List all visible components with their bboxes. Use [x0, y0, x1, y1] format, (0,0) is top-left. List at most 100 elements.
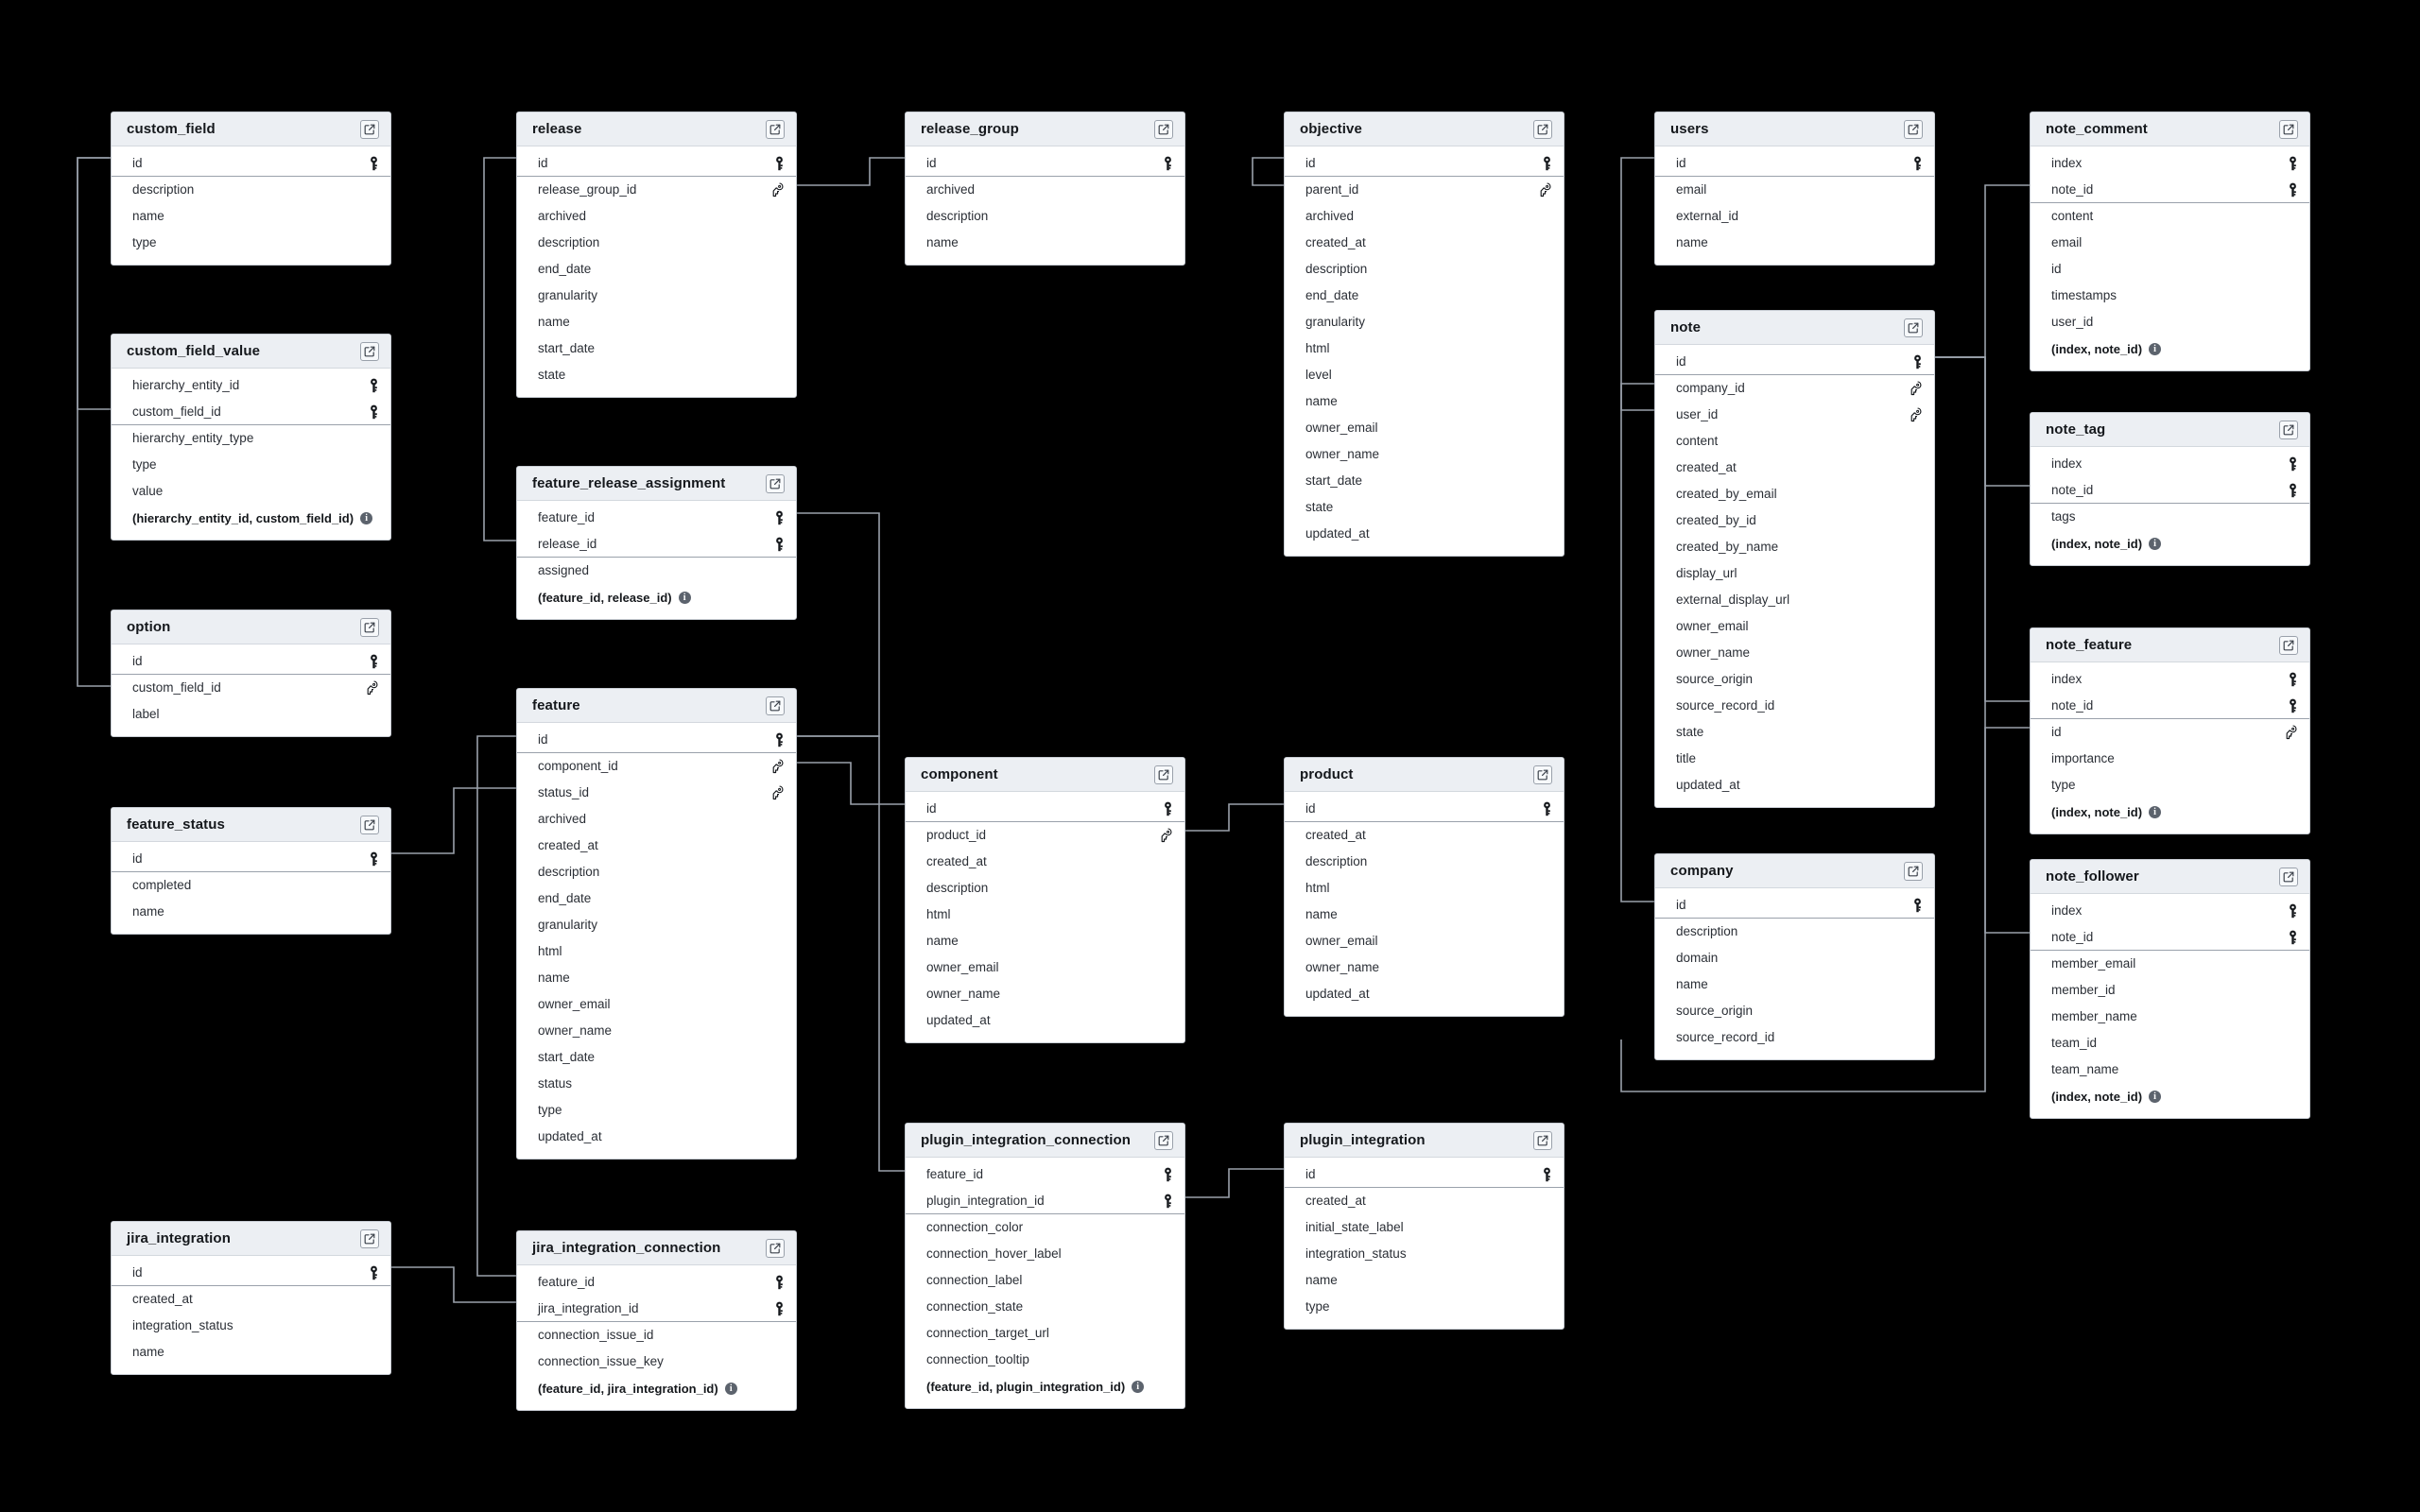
- open-table-icon[interactable]: [766, 696, 785, 715]
- column-row[interactable]: owner_name: [1285, 954, 1564, 981]
- column-row[interactable]: member_email: [2031, 951, 2309, 977]
- column-row[interactable]: content: [2031, 203, 2309, 230]
- column-row[interactable]: html: [1285, 335, 1564, 362]
- column-row[interactable]: status: [517, 1071, 796, 1097]
- open-table-icon[interactable]: [360, 1228, 379, 1248]
- table-component[interactable]: component id product_id created_at descripti…: [905, 757, 1185, 1043]
- column-row[interactable]: owner_email: [517, 991, 796, 1018]
- table-header-users[interactable]: users: [1655, 112, 1934, 146]
- column-row[interactable]: description: [906, 203, 1184, 230]
- table-note_follower[interactable]: note_follower index note_id member_email mem…: [2030, 859, 2310, 1119]
- column-row[interactable]: assigned: [517, 558, 796, 584]
- open-table-icon[interactable]: [1154, 119, 1173, 139]
- table-header-plugin_integration[interactable]: plugin_integration: [1285, 1124, 1564, 1158]
- column-row[interactable]: component_id: [517, 753, 796, 780]
- table-header-feature_status[interactable]: feature_status: [112, 808, 390, 842]
- column-row[interactable]: id: [2031, 256, 2309, 283]
- table-jira_integration[interactable]: jira_integration id created_at integration_…: [111, 1221, 391, 1375]
- open-table-icon[interactable]: [1154, 1130, 1173, 1150]
- composite-key-row[interactable]: (index, note_id) i: [2031, 335, 2309, 362]
- column-row[interactable]: member_id: [2031, 977, 2309, 1004]
- column-row[interactable]: updated_at: [1285, 981, 1564, 1007]
- column-row[interactable]: owner_email: [1285, 415, 1564, 441]
- column-row[interactable]: archived: [906, 177, 1184, 203]
- column-row[interactable]: user_id: [1655, 402, 1934, 428]
- open-table-icon[interactable]: [2279, 420, 2298, 439]
- column-row[interactable]: connection_color: [906, 1214, 1184, 1241]
- column-row[interactable]: connection_hover_label: [906, 1241, 1184, 1267]
- open-table-icon[interactable]: [766, 119, 785, 139]
- column-row[interactable]: start_date: [517, 1044, 796, 1071]
- table-note_comment[interactable]: note_comment index note_id content email id ti…: [2030, 112, 2310, 371]
- open-table-icon[interactable]: [1904, 119, 1923, 139]
- table-header-plugin_integration_connection[interactable]: plugin_integration_connection: [906, 1124, 1184, 1158]
- column-row[interactable]: name: [1655, 230, 1934, 256]
- column-row[interactable]: archived: [517, 806, 796, 833]
- open-table-icon[interactable]: [2279, 635, 2298, 655]
- column-row[interactable]: id: [112, 150, 390, 177]
- column-row[interactable]: initial_state_label: [1285, 1214, 1564, 1241]
- column-row[interactable]: integration_status: [1285, 1241, 1564, 1267]
- column-row[interactable]: product_id: [906, 822, 1184, 849]
- column-row[interactable]: id: [112, 648, 390, 675]
- column-row[interactable]: owner_email: [906, 954, 1184, 981]
- column-row[interactable]: created_at: [1655, 455, 1934, 481]
- column-row[interactable]: end_date: [517, 256, 796, 283]
- column-row[interactable]: index: [2031, 451, 2309, 477]
- column-row[interactable]: jira_integration_id: [517, 1296, 796, 1322]
- table-header-jira_integration_connection[interactable]: jira_integration_connection: [517, 1231, 796, 1265]
- open-table-icon[interactable]: [1904, 861, 1923, 881]
- column-row[interactable]: updated_at: [1285, 521, 1564, 547]
- column-row[interactable]: type: [112, 452, 390, 478]
- column-row[interactable]: id: [906, 150, 1184, 177]
- column-row[interactable]: archived: [1285, 203, 1564, 230]
- table-note_feature[interactable]: note_feature index note_id id importance type…: [2030, 627, 2310, 834]
- column-row[interactable]: created_at: [906, 849, 1184, 875]
- column-row[interactable]: source_record_id: [1655, 1024, 1934, 1051]
- composite-key-row[interactable]: (feature_id, plugin_integration_id) i: [906, 1373, 1184, 1400]
- composite-key-info-icon[interactable]: i: [724, 1382, 737, 1395]
- column-row[interactable]: id: [112, 846, 390, 872]
- column-row[interactable]: created_at: [1285, 822, 1564, 849]
- column-row[interactable]: granularity: [517, 283, 796, 309]
- column-row[interactable]: note_id: [2031, 924, 2309, 951]
- table-header-feature[interactable]: feature: [517, 689, 796, 723]
- open-table-icon[interactable]: [2279, 119, 2298, 139]
- column-row[interactable]: level: [1285, 362, 1564, 388]
- column-row[interactable]: title: [1655, 746, 1934, 772]
- table-header-release_group[interactable]: release_group: [906, 112, 1184, 146]
- column-row[interactable]: source_record_id: [1655, 693, 1934, 719]
- column-row[interactable]: feature_id: [906, 1161, 1184, 1188]
- column-row[interactable]: end_date: [517, 885, 796, 912]
- table-release[interactable]: release id release_group_id archived descrip…: [516, 112, 797, 398]
- column-row[interactable]: feature_id: [517, 1269, 796, 1296]
- column-row[interactable]: start_date: [1285, 468, 1564, 494]
- column-row[interactable]: company_id: [1655, 375, 1934, 402]
- column-row[interactable]: value: [112, 478, 390, 505]
- column-row[interactable]: note_id: [2031, 177, 2309, 203]
- table-header-note_tag[interactable]: note_tag: [2031, 413, 2309, 447]
- column-row[interactable]: created_at: [1285, 1188, 1564, 1214]
- composite-key-info-icon[interactable]: i: [360, 511, 373, 524]
- table-header-release[interactable]: release: [517, 112, 796, 146]
- composite-key-row[interactable]: (index, note_id) i: [2031, 799, 2309, 825]
- table-header-note_comment[interactable]: note_comment: [2031, 112, 2309, 146]
- column-row[interactable]: email: [2031, 230, 2309, 256]
- open-table-icon[interactable]: [766, 473, 785, 493]
- table-objective[interactable]: objective id parent_id archived created_at de…: [1284, 112, 1564, 557]
- column-row[interactable]: name: [1655, 971, 1934, 998]
- column-row[interactable]: external_id: [1655, 203, 1934, 230]
- column-row[interactable]: start_date: [517, 335, 796, 362]
- column-row[interactable]: created_by_email: [1655, 481, 1934, 507]
- column-row[interactable]: owner_name: [517, 1018, 796, 1044]
- table-header-objective[interactable]: objective: [1285, 112, 1564, 146]
- table-plugin_integration_connection[interactable]: plugin_integration_connection feature_id p…: [905, 1123, 1185, 1409]
- column-row[interactable]: id: [2031, 719, 2309, 746]
- column-row[interactable]: external_display_url: [1655, 587, 1934, 613]
- open-table-icon[interactable]: [766, 1238, 785, 1258]
- column-row[interactable]: integration_status: [112, 1313, 390, 1339]
- column-row[interactable]: name: [1285, 902, 1564, 928]
- column-row[interactable]: description: [112, 177, 390, 203]
- table-header-option[interactable]: option: [112, 610, 390, 644]
- column-row[interactable]: source_origin: [1655, 998, 1934, 1024]
